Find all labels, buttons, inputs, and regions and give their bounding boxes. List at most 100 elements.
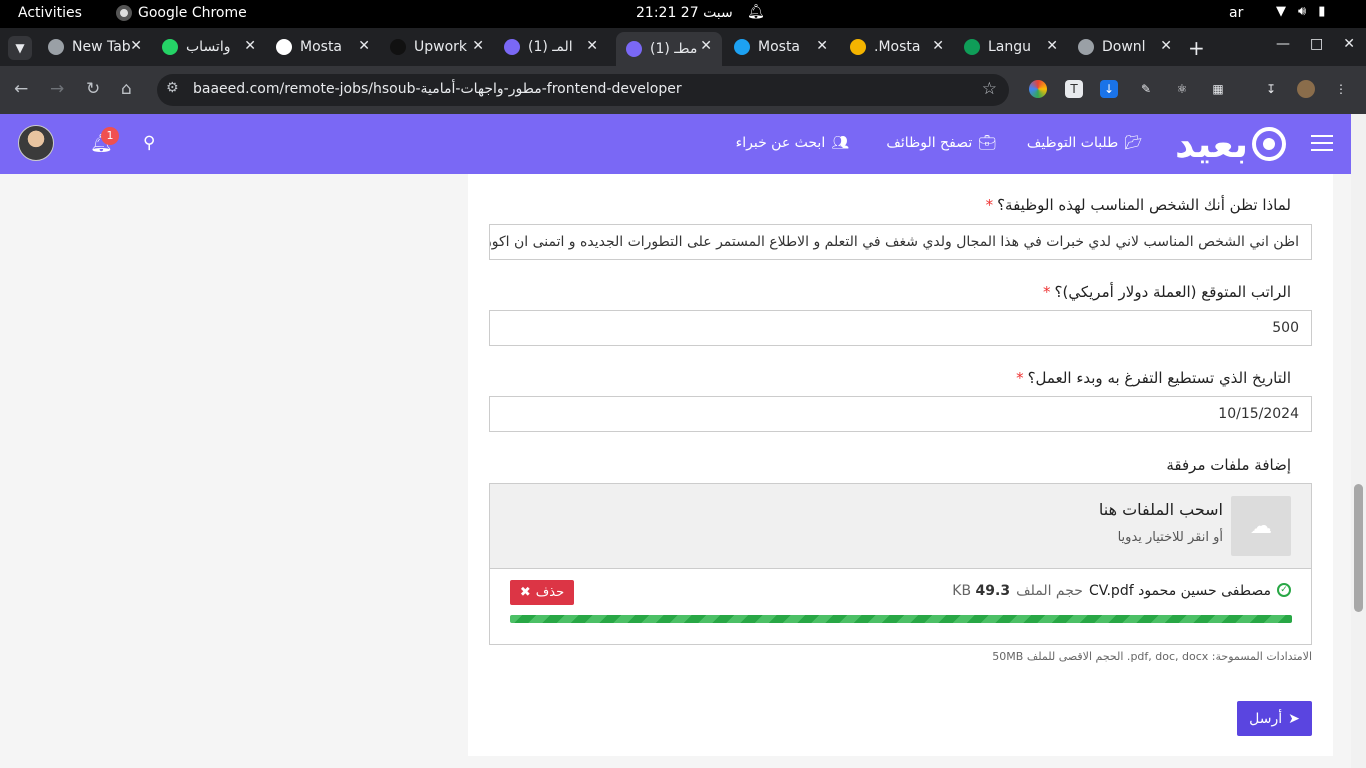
minimize-icon[interactable]: — xyxy=(1276,36,1290,52)
avatar[interactable] xyxy=(18,125,54,161)
attachments-label: إضافة ملفات مرفقة xyxy=(1166,456,1291,474)
number-5-icon xyxy=(850,39,866,55)
nav-browse-jobs-label: تصفح الوظائف xyxy=(886,135,973,151)
upwork-icon xyxy=(390,39,406,55)
github-icon xyxy=(276,39,292,55)
close-window-icon[interactable]: ✕ xyxy=(1343,36,1355,52)
extensions-puzzle-icon[interactable]: ▦ xyxy=(1209,80,1227,98)
folder-icon: 📂︎ xyxy=(1124,135,1142,151)
site-info-icon[interactable]: ⚙ xyxy=(166,80,179,96)
back-icon[interactable]: ← xyxy=(14,79,28,99)
logo-mark-icon xyxy=(1252,127,1287,161)
window-controls: — □ ✕ xyxy=(1276,36,1355,52)
start-date-input[interactable]: 10/15/2024 xyxy=(489,396,1312,432)
site-logo[interactable]: بعيد xyxy=(1175,122,1287,166)
profile-avatar-icon[interactable] xyxy=(1297,80,1315,98)
close-tab-icon[interactable]: ✕ xyxy=(358,38,370,54)
q1-label-text: لماذا تظن أنك الشخص المناسب لهذه الوظيفة… xyxy=(997,196,1291,214)
input-language[interactable]: ar xyxy=(1229,5,1243,21)
downloads-icon[interactable]: ↧ xyxy=(1262,80,1280,98)
clock[interactable]: 21:21 27 سبت xyxy=(636,5,733,21)
salary-input[interactable]: 500 xyxy=(489,310,1312,346)
cloud-upload-icon: ☁ xyxy=(1231,496,1291,556)
tab-label: Upwork xyxy=(414,39,468,55)
tab-strip: ▼ New Tab ✕ واتساب ✕ Mosta ✕ Upwork ✕ (1) المـ ✕(… xyxy=(0,28,1366,66)
react-extension-icon[interactable]: ⚛ xyxy=(1173,80,1191,98)
hamburger-menu-icon[interactable] xyxy=(1311,135,1333,156)
scrollbar-thumb[interactable] xyxy=(1354,484,1363,612)
tab-label: Mosta xyxy=(300,39,343,55)
eyedropper-extension-icon[interactable]: ✎ xyxy=(1137,80,1155,98)
search-icon[interactable]: ⚲ xyxy=(143,133,155,153)
dropzone-subtitle: أو انقر للاختيار يدويا xyxy=(1117,530,1223,545)
circle-icon xyxy=(734,39,750,55)
app-name: Google Chrome xyxy=(138,5,247,21)
file-dropzone[interactable]: ☁ اسحب الملفات هنا أو انقر للاختيار يدوي… xyxy=(489,483,1312,569)
close-tab-icon[interactable]: ✕ xyxy=(1046,38,1058,54)
home-icon[interactable]: ⌂ xyxy=(121,79,132,99)
submit-label: أرسل xyxy=(1249,710,1283,727)
chrome-menu-icon[interactable]: ⋮ xyxy=(1332,80,1350,98)
required-mark: * xyxy=(985,196,994,214)
nav-applications-label: طلبات التوظيف xyxy=(1026,135,1119,151)
activities-button[interactable]: Activities xyxy=(18,5,82,21)
browser-tab[interactable]: واتساب ✕ xyxy=(152,32,266,62)
address-bar[interactable]: ⚙ baaeed.com/remote-jobs/hsoub-مطور-واجه… xyxy=(157,74,1009,106)
download-extension-icon[interactable]: ↓ xyxy=(1100,80,1118,98)
tab-label: واتساب xyxy=(186,39,231,55)
q1-label: لماذا تظن أنك الشخص المناسب لهذه الوظيفة… xyxy=(986,196,1291,214)
url-text[interactable]: baaeed.com/remote-jobs/hsoub-مطور-واجهات… xyxy=(193,81,682,97)
file-size-label: حجم الملف xyxy=(1016,583,1083,599)
application-form: لماذا تظن أنك الشخص المناسب لهذه الوظيفة… xyxy=(468,174,1333,756)
bookmark-star-icon[interactable]: ☆ xyxy=(982,79,997,99)
browser-tab[interactable]: Langu ✕ xyxy=(954,32,1068,62)
browser-tab[interactable]: Mosta ✕ xyxy=(266,32,380,62)
upload-hint: الامتدادات المسموحة: pdf, doc, docx. الح… xyxy=(992,650,1312,663)
close-tab-icon[interactable]: ✕ xyxy=(816,38,828,54)
browser-tab[interactable]: (1) مطـ ✕ xyxy=(616,32,722,66)
close-tab-icon[interactable]: ✕ xyxy=(700,38,712,54)
delete-file-button[interactable]: حذف ✖ xyxy=(510,580,574,605)
check-circle-icon: ✓ xyxy=(1277,583,1291,597)
maximize-icon[interactable]: □ xyxy=(1310,36,1323,52)
browser-tab[interactable]: Downl ✕ xyxy=(1068,32,1182,62)
browser-tab[interactable]: (1) المـ ✕ xyxy=(494,32,608,62)
color-picker-extension-icon[interactable] xyxy=(1029,80,1047,98)
file-size-value: 49.3 xyxy=(975,583,1011,599)
page-scrollbar[interactable] xyxy=(1351,114,1366,768)
nav-find-experts[interactable]: 👥︎ ابحث عن خبراء xyxy=(736,135,849,151)
battery-icon: ▮ xyxy=(1318,4,1326,19)
reload-icon[interactable]: ↻ xyxy=(86,79,100,99)
close-tab-icon[interactable]: ✕ xyxy=(244,38,256,54)
browser-tab[interactable]: Mosta ✕ xyxy=(724,32,838,62)
system-tray[interactable]: ▼ 🔊︎ ▮ xyxy=(1276,4,1325,19)
chrome-icon xyxy=(116,5,132,21)
tab-search-button[interactable]: ▼ xyxy=(8,36,32,60)
tab-label: Langu xyxy=(988,39,1032,55)
submit-button[interactable]: ➤ أرسل xyxy=(1237,701,1312,736)
app-menu[interactable]: Google Chrome xyxy=(116,5,247,21)
text-extension-icon[interactable]: T xyxy=(1065,80,1083,98)
whatsapp-icon xyxy=(162,39,178,55)
close-tab-icon[interactable]: ✕ xyxy=(586,38,598,54)
browser-tab[interactable]: New Tab ✕ xyxy=(38,32,152,62)
close-tab-icon[interactable]: ✕ xyxy=(472,38,484,54)
new-tab-button[interactable]: + xyxy=(1188,36,1205,60)
baaeed-icon xyxy=(504,39,520,55)
q3-label: التاريخ الذي تستطيع التفرغ به وبدء العمل… xyxy=(1016,369,1291,387)
nav-applications[interactable]: 📂︎ طلبات التوظيف xyxy=(1027,135,1142,151)
logo-text: بعيد xyxy=(1175,122,1249,166)
nav-browse-jobs[interactable]: 💼︎ تصفح الوظائف xyxy=(886,135,996,151)
close-tab-icon[interactable]: ✕ xyxy=(130,38,142,54)
close-tab-icon[interactable]: ✕ xyxy=(932,38,944,54)
browser-tab[interactable]: .Mosta ✕ xyxy=(840,32,954,62)
q1-textarea[interactable]: اظن اني الشخص المناسب لاني لدي خبرات في … xyxy=(489,224,1312,260)
notification-bell-icon: 🔔︎ xyxy=(747,4,765,20)
volume-icon: 🔊︎ xyxy=(1298,4,1307,19)
browser-tab[interactable]: Upwork ✕ xyxy=(380,32,494,62)
users-icon: 👥︎ xyxy=(831,135,849,151)
tab-label: New Tab xyxy=(72,39,130,55)
q2-label-text: الراتب المتوقع (العملة دولار أمريكي)؟ xyxy=(1054,283,1291,301)
close-tab-icon[interactable]: ✕ xyxy=(1160,38,1172,54)
forward-icon[interactable]: → xyxy=(50,79,64,99)
